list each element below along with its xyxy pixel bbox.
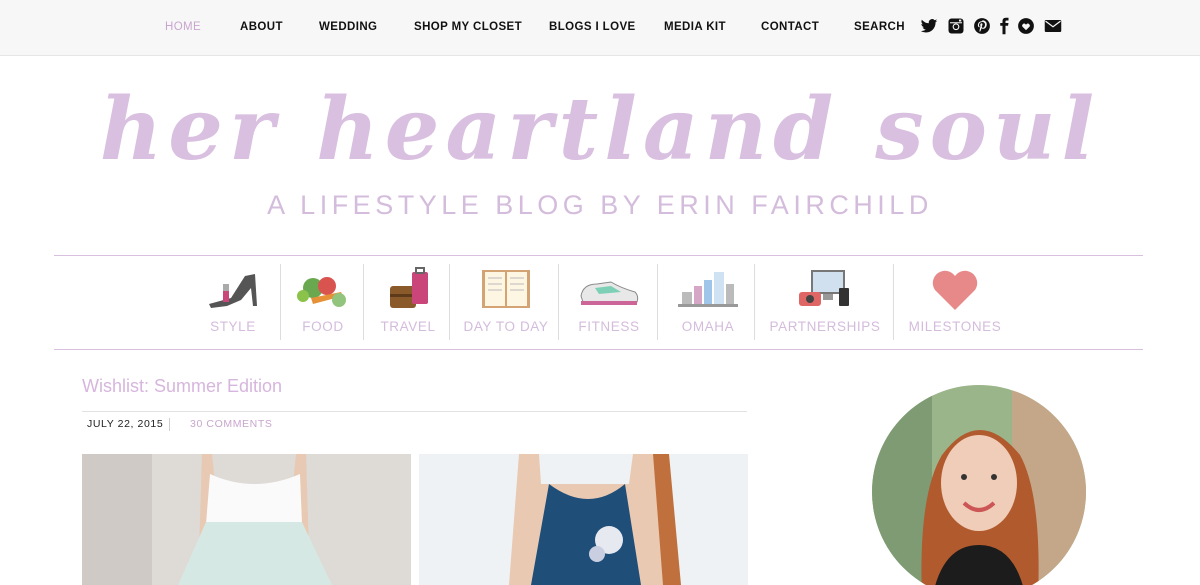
category-partnerships[interactable]: PARTNERSHIPS [766, 262, 884, 340]
twitter-icon[interactable] [920, 17, 938, 35]
email-icon[interactable] [1044, 17, 1062, 35]
post-date: JULY 22, 2015 [87, 418, 164, 430]
high-heel-shoe-icon [201, 266, 265, 312]
post-title-divider [82, 411, 747, 412]
category-milestones-label: MILESTONES [908, 319, 1002, 334]
pinterest-icon[interactable] [973, 17, 991, 35]
post-image-blue-dress[interactable] [419, 454, 748, 585]
category-fitness-label: FITNESS [578, 319, 640, 334]
category-divider [657, 264, 658, 340]
instagram-icon[interactable] [947, 17, 965, 35]
post-meta-separator [169, 418, 170, 431]
category-milestones[interactable]: MILESTONES [905, 262, 1005, 340]
category-divider [280, 264, 281, 340]
category-travel-label: TRAVEL [380, 319, 436, 334]
category-travel[interactable]: TRAVEL [373, 262, 443, 340]
category-divider [363, 264, 364, 340]
category-omaha[interactable]: OMAHA [668, 262, 748, 340]
category-food-label: FOOD [302, 319, 344, 334]
category-day-to-day[interactable]: DAY TO DAY [460, 262, 552, 340]
city-skyline-icon [676, 266, 740, 312]
post-comments-link[interactable]: 30 COMMENTS [190, 418, 272, 430]
category-style[interactable]: STYLE [197, 262, 269, 340]
vegetables-icon [291, 266, 355, 312]
post-title[interactable]: Wishlist: Summer Edition [82, 376, 282, 397]
post-image-white-dress[interactable] [82, 454, 411, 585]
devices-icon [793, 266, 857, 312]
nav-search[interactable]: SEARCH [854, 21, 905, 33]
category-partnerships-label: PARTNERSHIPS [769, 319, 881, 334]
category-nav-bottom-border [54, 349, 1143, 350]
author-avatar[interactable] [872, 385, 1086, 585]
nav-blogs-i-love[interactable]: BLOGS I LOVE [549, 21, 636, 33]
top-navigation: HOME ABOUT WEDDING SHOP MY CLOSET BLOGS … [0, 0, 1200, 56]
category-divider [558, 264, 559, 340]
site-logo[interactable]: her heartland soul [0, 80, 1200, 180]
facebook-icon[interactable] [995, 17, 1013, 35]
nav-home[interactable]: HOME [165, 21, 201, 33]
category-day-to-day-label: DAY TO DAY [463, 319, 549, 334]
nav-contact[interactable]: CONTACT [761, 21, 819, 33]
nav-wedding[interactable]: WEDDING [319, 21, 377, 33]
nav-media-kit[interactable]: MEDIA KIT [664, 21, 726, 33]
bloglovin-icon[interactable] [1017, 17, 1035, 35]
category-divider [449, 264, 450, 340]
heart-icon [923, 266, 987, 312]
site-tagline: A LIFESTYLE BLOG BY ERIN FAIRCHILD [267, 190, 933, 220]
category-style-label: STYLE [210, 319, 256, 334]
category-divider [893, 264, 894, 340]
category-omaha-label: OMAHA [681, 319, 735, 334]
nav-shop-my-closet[interactable]: SHOP MY CLOSET [414, 21, 522, 33]
category-nav-top-border [54, 255, 1143, 256]
planner-book-icon [474, 266, 538, 312]
nav-about[interactable]: ABOUT [240, 21, 283, 33]
category-food[interactable]: FOOD [290, 262, 356, 340]
luggage-icon [376, 266, 440, 312]
category-divider [754, 264, 755, 340]
category-fitness[interactable]: FITNESS [570, 262, 648, 340]
sneaker-icon [577, 266, 641, 312]
